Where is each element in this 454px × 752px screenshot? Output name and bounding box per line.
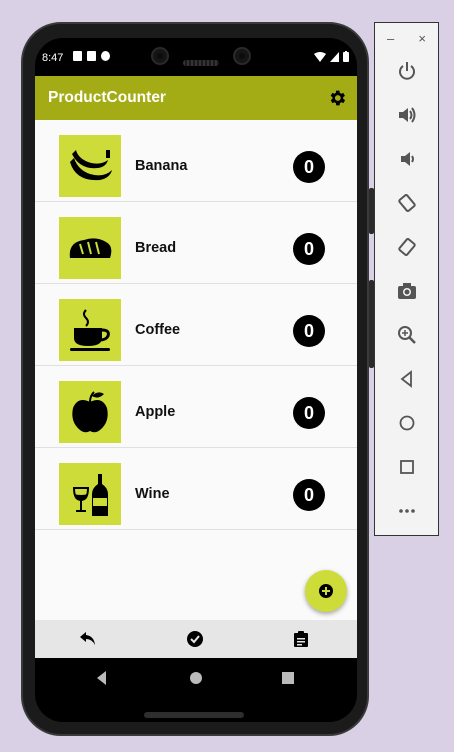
power-icon — [399, 62, 415, 80]
front-camera-right — [233, 47, 251, 65]
product-count: 0 — [293, 479, 325, 511]
recents-icon[interactable] — [280, 670, 296, 686]
product-count: 0 — [293, 233, 325, 265]
clipboard-icon — [294, 631, 308, 647]
app-bar: ProductCounter — [35, 76, 357, 120]
rotate-left-button[interactable] — [395, 191, 419, 215]
zoom-icon — [398, 326, 416, 344]
status-time: 8:47 — [42, 52, 64, 64]
notification-icon — [73, 51, 82, 61]
product-name: Wine — [135, 486, 170, 502]
notch — [139, 38, 263, 76]
rotate-right-button[interactable] — [395, 235, 419, 259]
zoom-button[interactable] — [395, 323, 419, 347]
volume-up-icon — [399, 107, 416, 123]
product-count: 0 — [293, 151, 325, 183]
emu-back-button[interactable] — [395, 367, 419, 391]
phone-screen: 8:47 ProductCounter Banana 0 Bread 0 Cof… — [35, 38, 357, 722]
undo-button[interactable] — [78, 629, 98, 649]
apple-icon — [59, 381, 121, 443]
close-button[interactable]: × — [418, 31, 426, 46]
signal-icon — [330, 51, 339, 62]
product-count: 0 — [293, 397, 325, 429]
product-name: Apple — [135, 404, 176, 420]
volume-down-icon — [401, 152, 414, 166]
add-product-button[interactable] — [305, 570, 347, 612]
rotate-right-icon — [398, 238, 416, 256]
front-camera-left — [151, 47, 169, 65]
sync-icon — [101, 51, 110, 61]
camera-icon — [398, 283, 416, 299]
power-button[interactable] — [395, 59, 419, 83]
sd-card-icon — [87, 51, 96, 61]
earpiece-speaker — [183, 60, 219, 66]
list-button[interactable] — [291, 629, 311, 649]
volume-down-button[interactable] — [395, 147, 419, 171]
emulator-panel: – × — [374, 22, 439, 536]
home-icon[interactable] — [188, 670, 204, 686]
product-count: 0 — [293, 315, 325, 347]
undo-icon — [80, 632, 95, 645]
emu-home-button[interactable] — [395, 411, 419, 435]
overview-icon — [400, 460, 414, 474]
bread-icon — [59, 217, 121, 279]
product-row-banana[interactable]: Banana 0 — [35, 120, 357, 202]
product-name: Banana — [135, 158, 188, 174]
bottom-toolbar — [35, 620, 357, 658]
emu-overview-button[interactable] — [395, 455, 419, 479]
product-name: Bread — [135, 240, 177, 256]
rotate-left-icon — [398, 194, 416, 212]
wifi-icon — [314, 51, 326, 62]
product-row-coffee[interactable]: Coffee 0 — [35, 284, 357, 366]
minimize-button[interactable]: – — [387, 31, 394, 46]
product-row-wine[interactable]: Wine 0 — [35, 448, 357, 530]
phone-frame: 8:47 ProductCounter Banana 0 Bread 0 Cof… — [21, 22, 374, 736]
banana-icon — [59, 135, 121, 197]
add-circle-icon — [319, 584, 333, 598]
back-icon[interactable] — [94, 670, 110, 686]
back-icon — [400, 370, 412, 388]
more-icon — [399, 509, 415, 513]
check-circle-icon — [187, 631, 203, 647]
screenshot-button[interactable] — [395, 279, 419, 303]
product-name: Coffee — [135, 322, 181, 338]
volume-up-button[interactable] — [395, 103, 419, 127]
product-row-bread[interactable]: Bread 0 — [35, 202, 357, 284]
product-list: Banana 0 Bread 0 Coffee 0 Apple 0 Wine 0 — [35, 120, 357, 620]
battery-icon — [343, 51, 349, 62]
wine-icon — [59, 463, 121, 525]
product-row-apple[interactable]: Apple 0 — [35, 366, 357, 448]
coffee-icon — [59, 299, 121, 361]
system-nav-bar — [35, 658, 357, 696]
confirm-button[interactable] — [185, 629, 205, 649]
emu-more-button[interactable] — [395, 499, 419, 523]
app-title: ProductCounter — [48, 89, 166, 106]
chin-bar — [144, 712, 244, 718]
gear-icon[interactable] — [327, 88, 347, 108]
home-icon — [399, 415, 415, 431]
